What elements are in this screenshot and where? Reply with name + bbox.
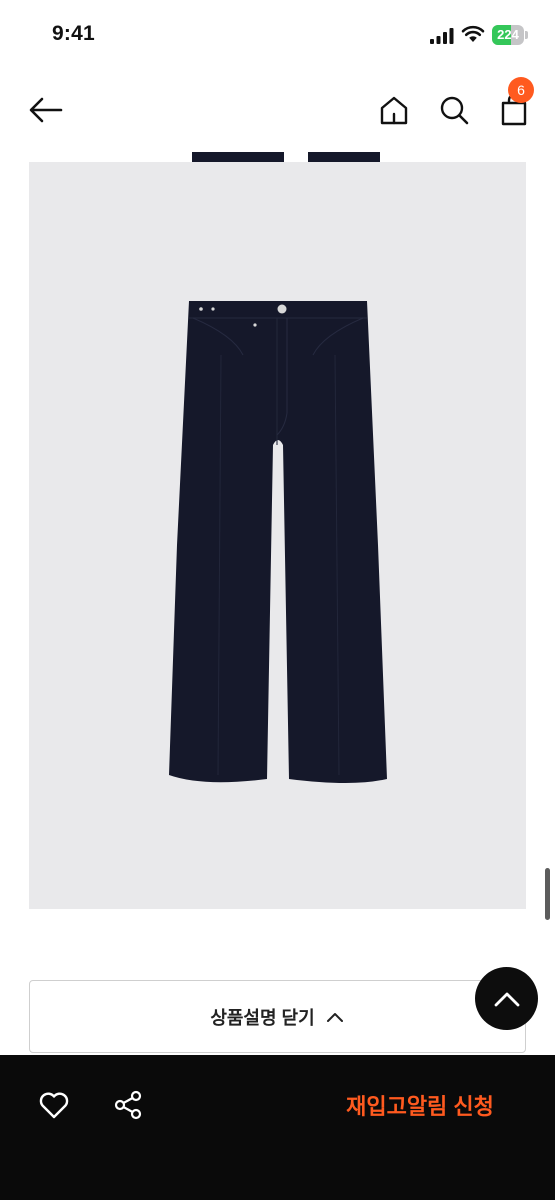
share-button[interactable]: [108, 1085, 148, 1125]
back-arrow-icon: [29, 97, 63, 123]
heart-icon: [39, 1092, 69, 1119]
wifi-icon: [461, 25, 485, 42]
pants-image: [169, 301, 387, 783]
chevron-up-icon: [326, 1012, 343, 1022]
status-time: 9:41: [52, 22, 95, 45]
back-button[interactable]: [26, 92, 66, 128]
product-image[interactable]: [29, 152, 526, 909]
previous-image-peek: [29, 152, 526, 162]
battery-icon: 224: [492, 25, 528, 45]
like-button[interactable]: [34, 1085, 74, 1125]
home-icon: [380, 96, 408, 125]
home-button[interactable]: [374, 90, 414, 130]
collapse-description-button[interactable]: 상품설명 닫기: [29, 980, 526, 1053]
bottom-action-bar: 재입고알림 신청: [0, 1055, 555, 1200]
share-icon: [114, 1090, 142, 1120]
signal-icon: [430, 28, 454, 44]
top-nav: 6: [0, 70, 555, 150]
scroll-indicator[interactable]: [545, 868, 550, 920]
battery-level: 224: [497, 27, 519, 42]
cart-count-badge: 6: [508, 77, 534, 103]
collapse-description-label: 상품설명 닫기: [210, 1007, 315, 1028]
status-bar: 9:41 224: [0, 0, 555, 70]
search-icon: [440, 96, 469, 125]
restock-alert-button[interactable]: 재입고알림 신청: [320, 1083, 520, 1127]
scroll-to-top-button[interactable]: [475, 967, 538, 1030]
chevron-up-icon: [494, 992, 519, 1006]
search-button[interactable]: [434, 90, 474, 130]
